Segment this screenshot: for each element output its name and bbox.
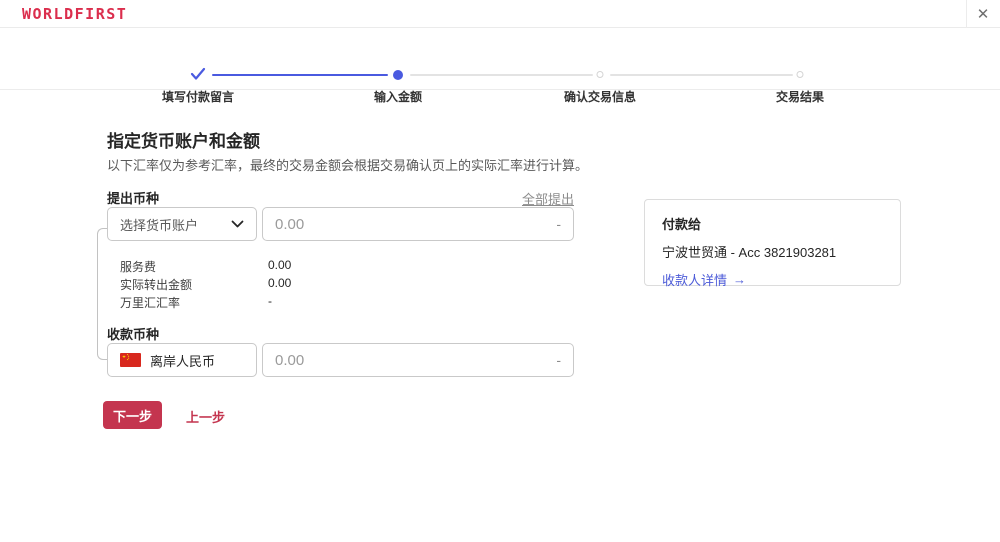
step-label-result: 交易结果 [776,88,824,105]
worldfirst-logo: WORLDFIRST [22,5,127,23]
active-step-dot-icon [393,70,403,80]
fee-label: 实际转出金额 [120,278,192,292]
step-label-enter-amount: 输入金额 [374,88,422,105]
target-amount-field: - [262,343,574,377]
step-1-indicator [190,67,206,81]
app-header: WORLDFIRST ✕ [0,0,1000,28]
wizard-stepper: 填写付款留言 输入金额 确认交易信息 交易结果 [0,28,1000,90]
source-amount-field: - [262,207,574,241]
step-connector-todo [410,74,593,76]
fee-label: 服务费 [120,260,156,274]
currency-account-select-placeholder: 选择货币账户 [120,215,231,234]
step-4-indicator [797,67,804,78]
target-amount-input[interactable] [275,352,556,369]
payee-panel: 付款给 宁波世贸通 - Acc 3821903281 收款人详情 → [644,199,901,286]
fee-row-service: 服务费 0.00 [120,258,540,275]
arrow-right-icon: → [733,272,746,287]
payee-details-link-label: 收款人详情 [662,270,727,289]
step-2-indicator [393,67,403,80]
previous-step-button[interactable]: 上一步 [186,407,225,426]
currency-account-select[interactable]: 选择货币账户 [107,207,257,241]
pending-step-dot-icon [797,71,804,78]
step-label-payment-note: 填写付款留言 [162,88,234,105]
china-flag-icon [120,353,141,367]
fee-row-exchange-rate: 万里汇汇率 - [120,294,540,311]
fee-value: - [268,294,272,308]
payee-name: 宁波世贸通 - Acc 3821903281 [662,242,883,261]
fee-label: 万里汇汇率 [120,296,180,310]
step-3-indicator [597,67,604,78]
payee-panel-title: 付款给 [662,214,883,233]
fee-row-actual-amount: 实际转出金额 0.00 [120,276,540,293]
fee-value: 0.00 [268,258,291,272]
close-icon[interactable]: ✕ [972,3,994,25]
worldfirst-payment-wizard: WORLDFIRST ✕ 填写付款留言 输入金额 确认交易信息 交易结果 [0,0,1000,542]
target-currency-label: 收款币种 [107,324,159,343]
check-icon [190,67,206,81]
source-amount-suffix: - [556,216,561,232]
source-currency-label: 提出币种 [107,188,159,207]
header-divider [966,0,967,28]
fee-value: 0.00 [268,276,291,290]
step-label-confirm-info: 确认交易信息 [564,88,636,105]
payee-details-link[interactable]: 收款人详情 → [662,270,746,289]
target-currency-name: 离岸人民币 [150,351,215,370]
target-amount-suffix: - [556,352,561,368]
next-step-button[interactable]: 下一步 [103,401,162,429]
page-subtitle: 以下汇率仅为参考汇率，最终的交易金额会根据交易确认页上的实际汇率进行计算。 [107,155,588,174]
currency-link-bracket [97,228,107,360]
page-title: 指定货币账户和金额 [107,127,260,152]
target-currency-select[interactable]: 离岸人民币 [107,343,257,377]
pending-step-dot-icon [597,71,604,78]
step-connector-done [212,74,388,76]
step-connector-todo [610,74,793,76]
chevron-down-icon [231,220,244,228]
source-amount-input[interactable] [275,216,556,233]
withdraw-all-link[interactable]: 全部提出 [500,189,574,208]
